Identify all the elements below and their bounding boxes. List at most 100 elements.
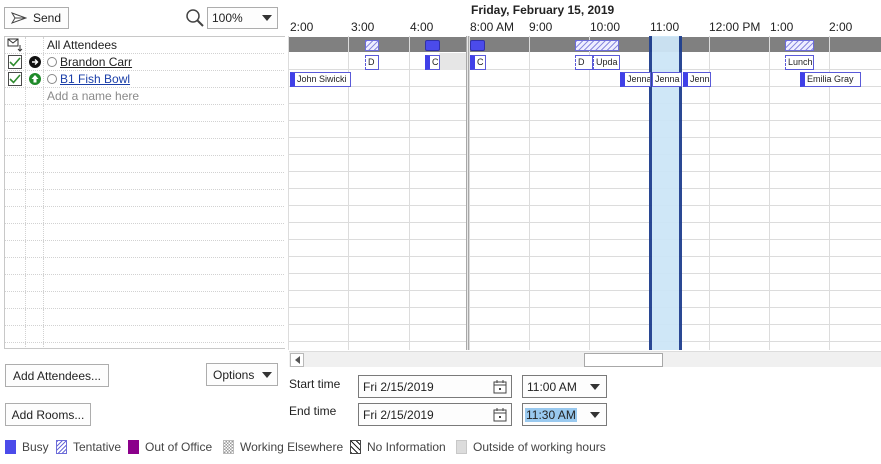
empty-attendee-row[interactable] xyxy=(5,173,285,190)
grid-hline xyxy=(288,324,881,325)
add-rooms-button[interactable]: Add Rooms... xyxy=(5,403,91,426)
attendee-check-cell[interactable] xyxy=(5,71,26,87)
appointment-block[interactable]: Upda xyxy=(593,55,620,70)
grid-hline xyxy=(288,222,881,223)
legend-outside-hours-label: Outside of working hours xyxy=(473,440,606,454)
scroll-left-button[interactable] xyxy=(290,353,304,367)
send-icon xyxy=(11,12,27,24)
horizontal-scrollbar[interactable] xyxy=(289,351,881,367)
grid-hline xyxy=(288,137,881,138)
chevron-down-icon xyxy=(590,411,600,418)
out-of-office-swatch xyxy=(128,440,139,454)
start-date-value: Fri 2/15/2019 xyxy=(363,379,434,394)
grid-hline xyxy=(288,273,881,274)
empty-cell xyxy=(26,224,44,240)
end-date-picker[interactable]: Fri 2/15/2019 xyxy=(358,403,512,426)
empty-attendee-row[interactable] xyxy=(5,258,285,275)
grid-hline xyxy=(288,290,881,291)
checkbox-checked-icon[interactable] xyxy=(8,55,22,69)
empty-cell xyxy=(5,224,26,240)
empty-attendee-row[interactable] xyxy=(5,309,285,326)
attendee-name[interactable]: Brandon Carr xyxy=(60,55,132,69)
grid-vline xyxy=(409,36,410,350)
empty-attendee-row[interactable] xyxy=(5,122,285,139)
grid-vline xyxy=(288,36,289,350)
legend-busy-label: Busy xyxy=(22,440,49,454)
tentative-swatch xyxy=(56,440,67,454)
scheduling-grid[interactable]: Friday, February 15, 2019 2:00 3:00 4:00… xyxy=(288,0,881,350)
attendee-type-cell[interactable] xyxy=(26,54,44,70)
zoom-select[interactable]: 100% xyxy=(207,7,278,29)
empty-cell xyxy=(5,241,26,257)
empty-attendee-row[interactable] xyxy=(5,343,285,348)
empty-attendee-row[interactable] xyxy=(5,292,285,309)
empty-attendee-row[interactable] xyxy=(5,241,285,258)
appointment-block[interactable]: C xyxy=(425,55,440,70)
empty-cell xyxy=(5,139,26,155)
send-button[interactable]: Send xyxy=(4,7,69,29)
tentative-block xyxy=(575,40,619,51)
hour-label: 11:00 xyxy=(650,20,680,34)
options-label: Options xyxy=(213,367,255,382)
appointment-block[interactable]: John Siwicki xyxy=(290,72,351,87)
all-attendees-header: All Attendees xyxy=(47,38,118,52)
empty-cell xyxy=(26,309,44,325)
empty-attendee-row[interactable] xyxy=(5,275,285,292)
empty-cell xyxy=(5,190,26,206)
empty-cell xyxy=(26,275,44,291)
appointment-block[interactable]: Jenna xyxy=(683,72,711,87)
end-date-value: Fri 2/15/2019 xyxy=(363,407,434,422)
appointment-block[interactable]: Lunch xyxy=(785,55,814,70)
empty-cell xyxy=(5,309,26,325)
zoom-icon-button[interactable] xyxy=(184,7,206,29)
attendee-check-cell[interactable] xyxy=(5,54,26,70)
empty-attendee-row[interactable] xyxy=(5,190,285,207)
tentative-block xyxy=(365,40,379,51)
date-header: Friday, February 15, 2019 xyxy=(471,3,615,17)
appointment-block[interactable]: C xyxy=(470,55,486,70)
empty-cell xyxy=(5,156,26,172)
add-name-row[interactable]: Add a name here xyxy=(5,88,285,105)
appointment-block[interactable]: Jenna xyxy=(652,72,682,87)
attendee-row[interactable]: B1 Fish Bowl xyxy=(5,71,285,88)
response-column-header[interactable] xyxy=(5,37,26,53)
status-circle-icon xyxy=(47,74,57,84)
start-time-select[interactable]: 11:00 AM xyxy=(522,375,607,398)
add-attendees-button[interactable]: Add Attendees... xyxy=(5,364,109,387)
add-attendees-label: Add Attendees... xyxy=(12,368,102,383)
working-elsewhere-swatch xyxy=(223,440,234,454)
empty-attendee-row[interactable] xyxy=(5,326,285,343)
legend-working-elsewhere-label: Working Elsewhere xyxy=(240,440,344,454)
grid-vline xyxy=(589,36,590,350)
appointment-block[interactable]: Jenna xyxy=(620,72,651,87)
calendar-icon[interactable] xyxy=(493,380,507,394)
empty-attendee-row[interactable] xyxy=(5,207,285,224)
type-column-header[interactable] xyxy=(26,37,44,53)
empty-attendee-row[interactable] xyxy=(5,156,285,173)
attendee-row[interactable]: Brandon Carr xyxy=(5,54,285,71)
appointment-block[interactable]: D xyxy=(365,55,379,70)
calendar-icon[interactable] xyxy=(493,408,507,422)
attendee-name[interactable]: B1 Fish Bowl xyxy=(60,72,130,86)
outside-hours-shade xyxy=(439,53,466,70)
appointment-block[interactable]: D xyxy=(575,55,593,70)
options-button[interactable]: Options xyxy=(206,363,278,386)
checkbox-checked-icon[interactable] xyxy=(8,72,22,86)
empty-attendee-row[interactable] xyxy=(5,139,285,156)
busy-block xyxy=(425,40,440,51)
appointment-block[interactable]: Emilia Gray xyxy=(800,72,861,87)
end-time-select[interactable]: 11:30 AM xyxy=(522,403,607,426)
tentative-block xyxy=(785,40,814,51)
add-name-input[interactable]: Add a name here xyxy=(47,89,139,103)
no-information-swatch xyxy=(350,440,361,454)
empty-attendee-row[interactable] xyxy=(5,105,285,122)
hour-label: 1:00 xyxy=(770,20,794,34)
grid-hline xyxy=(288,171,881,172)
legend-working-elsewhere: Working Elsewhere xyxy=(223,440,343,454)
attendee-type-cell[interactable] xyxy=(26,71,44,87)
start-date-picker[interactable]: Fri 2/15/2019 xyxy=(358,375,512,398)
scroll-thumb[interactable] xyxy=(584,353,663,367)
empty-cell xyxy=(26,207,44,223)
empty-attendee-row[interactable] xyxy=(5,224,285,241)
chevron-down-icon xyxy=(262,371,272,378)
